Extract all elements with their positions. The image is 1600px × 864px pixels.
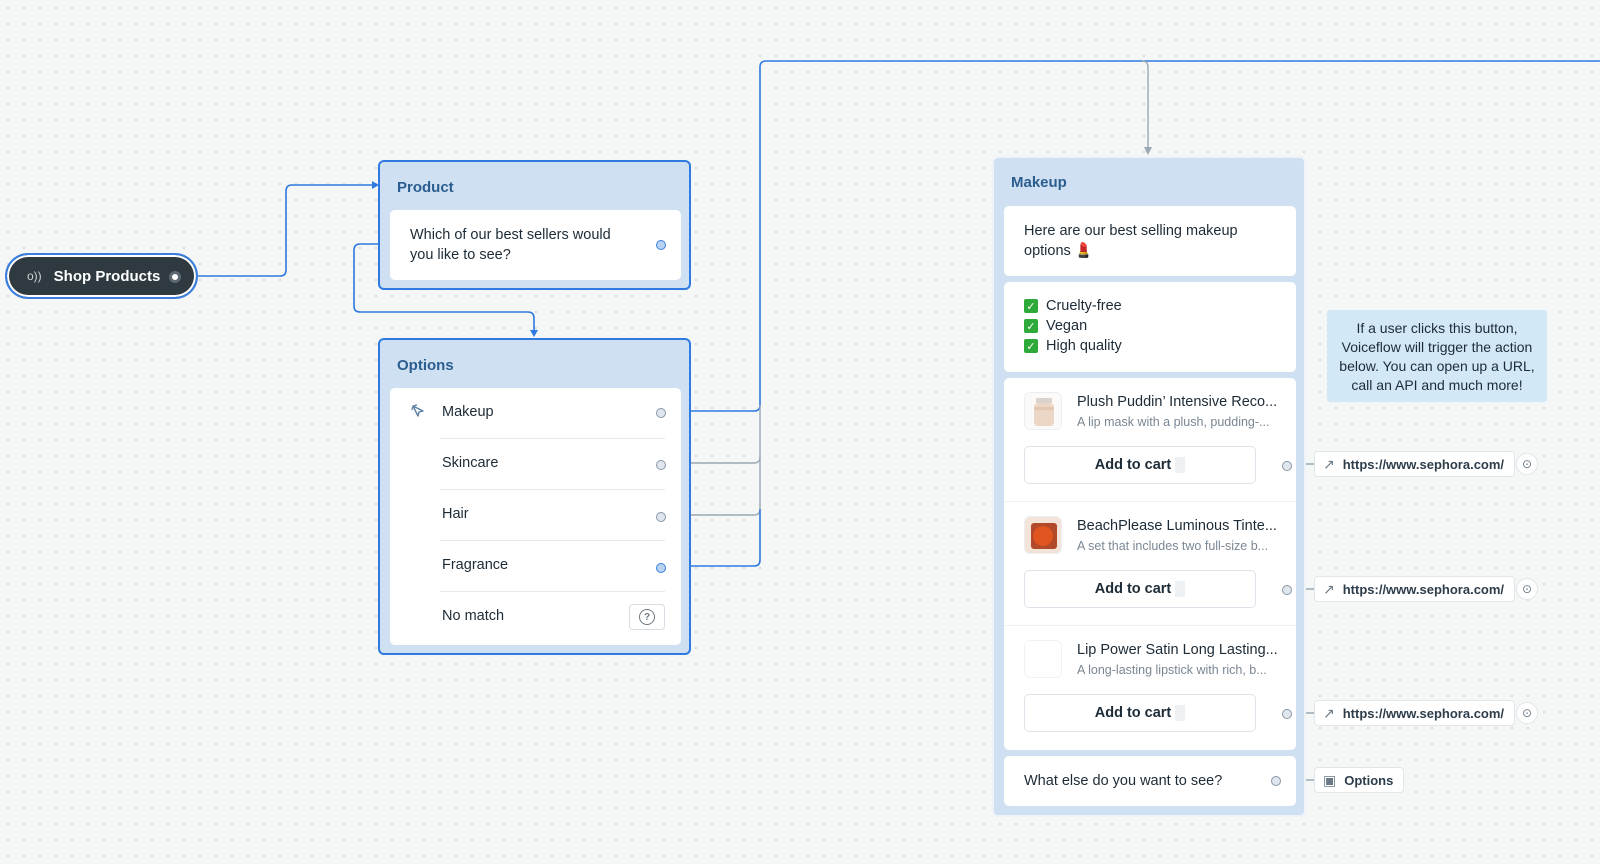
features-text-step[interactable]: ✓ Cruelty-free ✓ Vegan ✓ High quality (1004, 282, 1296, 372)
choice-item-no-match[interactable]: No match ? (390, 592, 681, 643)
go-to-block-icon: ▣ (1323, 771, 1337, 788)
play-icon[interactable]: ⊙ (1516, 702, 1538, 724)
feature-line: ✓ Vegan (1024, 318, 1087, 334)
go-to-label: Options (1344, 772, 1394, 788)
product-description: A long-lasting lipstick with rich, b... (1077, 663, 1267, 677)
go-to-block-action[interactable]: ▣ Options (1314, 767, 1405, 793)
checkmark-icon: ✓ (1024, 319, 1038, 333)
line-fragrance-choice (680, 509, 761, 567)
open-url-action[interactable]: ↗ https://www.sephora.com/ (1314, 576, 1516, 602)
feature-text: Vegan (1046, 318, 1088, 334)
button-port[interactable] (1282, 585, 1292, 595)
connection-lines (198, 60, 1600, 781)
play-icon[interactable]: ⊙ (1516, 578, 1538, 600)
line-hair-choice (680, 457, 761, 516)
choice-label: Skincare (442, 455, 499, 471)
checkmark-icon: ✓ (1024, 299, 1038, 313)
product-block[interactable]: Product Which of our best sellers would … (378, 160, 691, 290)
url-text: https://www.sephora.com/ (1342, 705, 1505, 721)
followup-speak-step[interactable]: What else do you want to see? (1004, 756, 1296, 806)
play-icon[interactable]: ⊙ (1516, 453, 1538, 475)
carousel-step: Plush Puddin’ Intensive Reco... A lip ma… (1004, 378, 1296, 750)
block-title: Makeup (1011, 174, 1067, 191)
line-skincare-choice (680, 405, 761, 464)
feature-text: High quality (1046, 338, 1122, 354)
open-url-action[interactable]: ↗ https://www.sephora.com/ (1314, 700, 1516, 726)
choice-label: Hair (442, 506, 469, 522)
speak-text-line: options 💄 (1024, 243, 1093, 259)
add-to-cart-button[interactable]: Add to cart (1024, 570, 1256, 608)
open-url-action[interactable]: ↗ https://www.sephora.com/ (1314, 451, 1516, 477)
choice-icon (410, 403, 426, 423)
add-to-cart-button[interactable]: Add to cart (1024, 446, 1256, 484)
choice-port[interactable] (656, 460, 666, 470)
choice-port[interactable] (656, 512, 666, 522)
product-description: A set that includes two full-size b... (1077, 539, 1269, 553)
help-icon: ? (639, 609, 655, 625)
button-port[interactable] (1282, 709, 1292, 719)
feature-text: Cruelty-free (1046, 298, 1122, 314)
start-node-port[interactable] (169, 271, 181, 283)
external-link-icon: ↗ (1323, 580, 1335, 597)
choice-item-skincare[interactable]: Skincare (390, 439, 681, 490)
followup-text: What else do you want to see? (1024, 773, 1223, 789)
sticky-note[interactable]: If a user clicks this button, Voiceflow … (1327, 310, 1547, 402)
options-block[interactable]: Options Makeup Skincare Hair Fragrance N… (378, 338, 691, 655)
choice-item-fragrance[interactable]: Fragrance (390, 541, 681, 592)
choice-item-hair[interactable]: Hair (390, 490, 681, 541)
speak-text-line: you like to see? (410, 247, 511, 263)
voice-trigger-icon: o)) (27, 269, 42, 283)
choice-label: Makeup (442, 404, 494, 420)
url-text: https://www.sephora.com/ (1342, 581, 1505, 597)
speak-step-port[interactable] (656, 240, 666, 250)
product-description: A lip mask with a plush, pudding-... (1077, 415, 1270, 429)
checkmark-icon: ✓ (1024, 339, 1038, 353)
speak-text-line: Here are our best selling makeup (1024, 223, 1238, 239)
product-image-blank (1024, 640, 1062, 678)
choice-port[interactable] (656, 408, 666, 418)
choice-item-makeup[interactable]: Makeup (390, 388, 681, 439)
feature-line: ✓ Cruelty-free (1024, 298, 1122, 314)
product-name: Lip Power Satin Long Lasting... (1077, 642, 1278, 658)
button-port[interactable] (1282, 461, 1292, 471)
makeup-block[interactable]: Makeup Here are our best selling makeup … (992, 156, 1306, 817)
line-to-makeup-block (1141, 60, 1149, 148)
start-node-shop-products[interactable]: o)) Shop Products (5, 253, 198, 299)
intro-speak-step[interactable]: Here are our best selling makeup options… (1004, 206, 1296, 276)
add-to-cart-button[interactable]: Add to cart (1024, 694, 1256, 732)
external-link-icon: ↗ (1323, 704, 1335, 721)
product-image-palette (1024, 516, 1062, 554)
start-node-label: Shop Products (53, 267, 161, 285)
block-title: Product (397, 179, 454, 196)
choice-label: Fragrance (442, 557, 509, 573)
product-image-jar (1024, 392, 1062, 430)
external-link-icon: ↗ (1323, 455, 1335, 472)
product-name: Plush Puddin’ Intensive Reco... (1077, 394, 1278, 410)
block-title: Options (397, 357, 454, 374)
url-text: https://www.sephora.com/ (1342, 456, 1505, 472)
no-match-help-button[interactable]: ? (629, 604, 665, 630)
feature-line: ✓ High quality (1024, 338, 1122, 354)
product-name: BeachPlease Luminous Tinte... (1077, 518, 1277, 534)
speak-step[interactable]: Which of our best sellers would you like… (390, 210, 681, 280)
choice-step: Makeup Skincare Hair Fragrance No match … (390, 388, 681, 645)
speak-text-line: Which of our best sellers would (410, 227, 611, 243)
choice-port[interactable] (656, 563, 666, 573)
choice-label: No match (442, 608, 505, 624)
followup-port[interactable] (1271, 776, 1281, 786)
line-start-to-product (198, 184, 372, 277)
